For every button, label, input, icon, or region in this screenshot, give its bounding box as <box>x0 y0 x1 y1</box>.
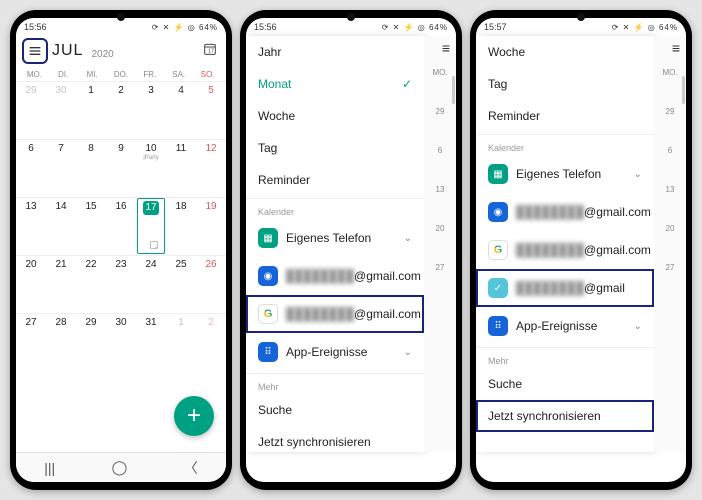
calendar-day[interactable]: 5 <box>196 81 226 139</box>
calendar-day[interactable]: 29 <box>76 313 106 371</box>
home-button[interactable]: ◯ <box>112 459 128 476</box>
calendar-day[interactable]: 21 <box>46 255 76 313</box>
calendar-app-ereignisse[interactable]: ⠿ App-Ereignisse ⌄ <box>476 307 654 345</box>
calendar-google-account[interactable]: ████████@gmail.com ⌄ <box>476 231 654 269</box>
google-icon <box>488 240 508 260</box>
calendar-day[interactable]: 1 <box>166 313 196 371</box>
recent-apps-button[interactable]: ||| <box>44 460 55 476</box>
status-icons: ⟳ ✕ ⚡ ◎ 64% <box>152 23 218 32</box>
navigation-drawer: Jahr Monat✓ Woche Tag Reminder Kalender … <box>246 36 424 452</box>
check-icon: ✓ <box>402 77 412 91</box>
view-woche[interactable]: Woche <box>246 100 424 132</box>
calendar-day[interactable]: 18 <box>166 197 196 255</box>
section-kalender: Kalender <box>246 198 424 219</box>
weekday-row: MO.DI.MI.DO.FR.SA.SO. <box>16 66 226 81</box>
section-mehr: Mehr <box>246 373 424 394</box>
calendar-day[interactable]: 8 <box>76 139 106 197</box>
phone-calendar-icon: ▦ <box>258 228 278 248</box>
calendar-day[interactable]: 31 <box>136 313 166 371</box>
calendar-day[interactable]: 20 <box>16 255 46 313</box>
calendar-google-account[interactable]: ████████@gmail.com ⌄ <box>246 295 424 333</box>
calendar-day[interactable]: 6 <box>16 139 46 197</box>
menu-button[interactable] <box>24 40 46 62</box>
calendar-account-sky[interactable]: ✓ ████████@gmail <box>476 269 654 307</box>
drawer-sync[interactable]: Jetzt synchronisieren <box>246 426 424 452</box>
drawer-suche[interactable]: Suche <box>476 368 654 400</box>
account-icon: ✓ <box>488 278 508 298</box>
calendar-day[interactable]: 30 <box>46 81 76 139</box>
note-icon <box>148 239 160 251</box>
calendar-app-ereignisse[interactable]: ⠿ App-Ereignisse ⌄ <box>246 333 424 371</box>
svg-text:17: 17 <box>208 48 214 54</box>
calendar-day[interactable]: 17 <box>136 197 166 255</box>
section-mehr: Mehr <box>476 347 654 368</box>
android-navbar: ||| ◯ 〈 <box>16 452 226 482</box>
account-icon: ◉ <box>488 202 508 222</box>
calendar-account-1[interactable]: ◉ ████████@gmail.com ⌄ <box>246 257 424 295</box>
drawer-sync[interactable]: Jetzt synchronisieren <box>476 400 654 432</box>
calendar-eigenes-telefon[interactable]: ▦ Eigenes Telefon ⌄ <box>246 219 424 257</box>
calendar-day[interactable]: 27 <box>16 313 46 371</box>
phone-3: 15:57 ⟳ ✕ ⚡ ◎ 64% Woche Tag Reminder Kal… <box>470 10 692 490</box>
calendar-day[interactable]: 1 <box>76 81 106 139</box>
calendar-day[interactable]: 29 <box>16 81 46 139</box>
phone-2: 15:56 ⟳ ✕ ⚡ ◎ 64% Jahr Monat✓ Woche Tag … <box>240 10 462 490</box>
view-tag[interactable]: Tag <box>246 132 424 164</box>
app-events-icon: ⠿ <box>258 342 278 362</box>
navigation-drawer: Woche Tag Reminder Kalender ▦ Eigenes Te… <box>476 36 654 452</box>
drawer-suche[interactable]: Suche <box>246 394 424 426</box>
view-monat[interactable]: Monat✓ <box>246 68 424 100</box>
calendar-day[interactable]: 22 <box>76 255 106 313</box>
calendar-eigenes-telefon[interactable]: ▦ Eigenes Telefon ⌄ <box>476 155 654 193</box>
calendar-day[interactable]: 26 <box>196 255 226 313</box>
calendar-day[interactable]: 13 <box>16 197 46 255</box>
view-tag[interactable]: Tag <box>476 68 654 100</box>
calendar-day[interactable]: 2 <box>196 313 226 371</box>
calendar-day[interactable]: 15 <box>76 197 106 255</box>
view-reminder[interactable]: Reminder <box>476 100 654 132</box>
calendar-day[interactable]: 4 <box>166 81 196 139</box>
menu-icon[interactable]: ≡ <box>666 36 686 60</box>
google-icon <box>258 304 278 324</box>
calendar-account-1[interactable]: ◉ ████████@gmail.com ⌄ <box>476 193 654 231</box>
chevron-down-icon: ⌄ <box>634 169 642 180</box>
phone-calendar-icon: ▦ <box>488 164 508 184</box>
account-icon: ◉ <box>258 266 278 286</box>
phone-1: 15:56 ⟳ ✕ ⚡ ◎ 64% JUL 2020 17 MO.DI.MI.D… <box>10 10 232 490</box>
month-label[interactable]: JUL <box>52 42 83 60</box>
calendar-peek: ≡ MO. 29 6 13 20 27 <box>654 36 686 452</box>
status-time: 15:56 <box>24 22 47 32</box>
calendar-day[interactable]: 2 <box>106 81 136 139</box>
year-label: 2020 <box>91 49 113 62</box>
chevron-down-icon: ⌄ <box>404 347 412 358</box>
back-button[interactable]: 〈 <box>184 458 198 478</box>
calendar-day[interactable]: 28 <box>46 313 76 371</box>
view-jahr[interactable]: Jahr <box>246 36 424 68</box>
calendar-day[interactable]: 11 <box>166 139 196 197</box>
view-reminder[interactable]: Reminder <box>246 164 424 196</box>
calendar-day[interactable]: 7 <box>46 139 76 197</box>
calendar-day[interactable]: 25 <box>166 255 196 313</box>
calendar-day[interactable]: 14 <box>46 197 76 255</box>
view-woche[interactable]: Woche <box>476 36 654 68</box>
calendar-day[interactable]: 12 <box>196 139 226 197</box>
calendar-header: JUL 2020 17 <box>16 36 226 66</box>
chevron-down-icon: ⌄ <box>634 321 642 332</box>
calendar-day[interactable]: 10|Party <box>136 139 166 197</box>
today-icon[interactable]: 17 <box>202 41 218 62</box>
calendar-day[interactable]: 9 <box>106 139 136 197</box>
calendar-day[interactable]: 19 <box>196 197 226 255</box>
calendar-day[interactable]: 30 <box>106 313 136 371</box>
calendar-day[interactable]: 23 <box>106 255 136 313</box>
calendar-day[interactable]: 24 <box>136 255 166 313</box>
app-events-icon: ⠿ <box>488 316 508 336</box>
add-event-fab[interactable]: + <box>174 396 214 436</box>
section-kalender: Kalender <box>476 134 654 155</box>
menu-icon[interactable]: ≡ <box>436 36 456 60</box>
calendar-peek: ≡ MO. 29 6 13 20 27 <box>424 36 456 452</box>
calendar-day[interactable]: 3 <box>136 81 166 139</box>
calendar-day[interactable]: 16 <box>106 197 136 255</box>
chevron-down-icon: ⌄ <box>404 233 412 244</box>
